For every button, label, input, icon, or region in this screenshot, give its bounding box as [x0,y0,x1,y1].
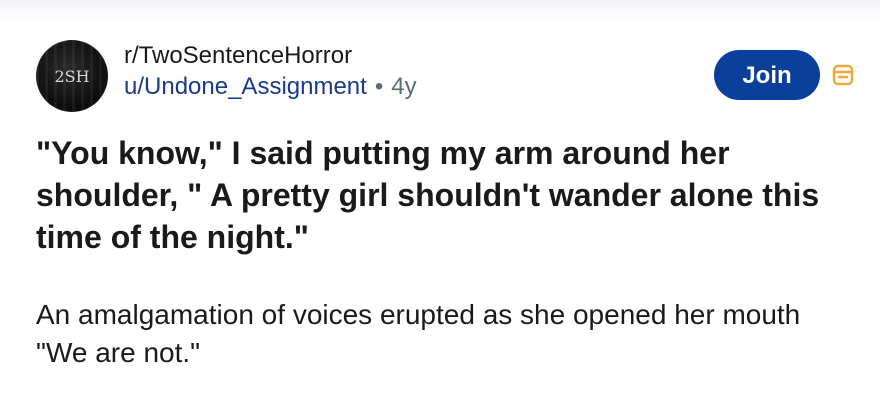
author-link[interactable]: u/Undone_Assignment [124,73,367,100]
community-avatar-icon[interactable]: 2SH [36,40,108,112]
avatar-label: 2SH [54,66,90,86]
post-header: 2SH r/TwoSentenceHorror u/Undone_Assignm… [36,40,856,112]
join-button[interactable]: Join [714,50,820,100]
byline: u/Undone_Assignment • 4y [124,71,417,103]
post-card: 2SH r/TwoSentenceHorror u/Undone_Assignm… [0,0,880,396]
post-body: An amalgamation of voices erupted as she… [36,299,801,368]
subreddit-link[interactable]: r/TwoSentenceHorror [124,41,417,71]
save-icon[interactable] [832,64,854,86]
separator-dot: • [374,73,384,100]
post-age: 4y [391,73,417,100]
top-divider [0,0,880,22]
post-title[interactable]: "You know," I said putting my arm around… [36,132,856,258]
post-meta: r/TwoSentenceHorror u/Undone_Assignment •… [124,41,417,103]
